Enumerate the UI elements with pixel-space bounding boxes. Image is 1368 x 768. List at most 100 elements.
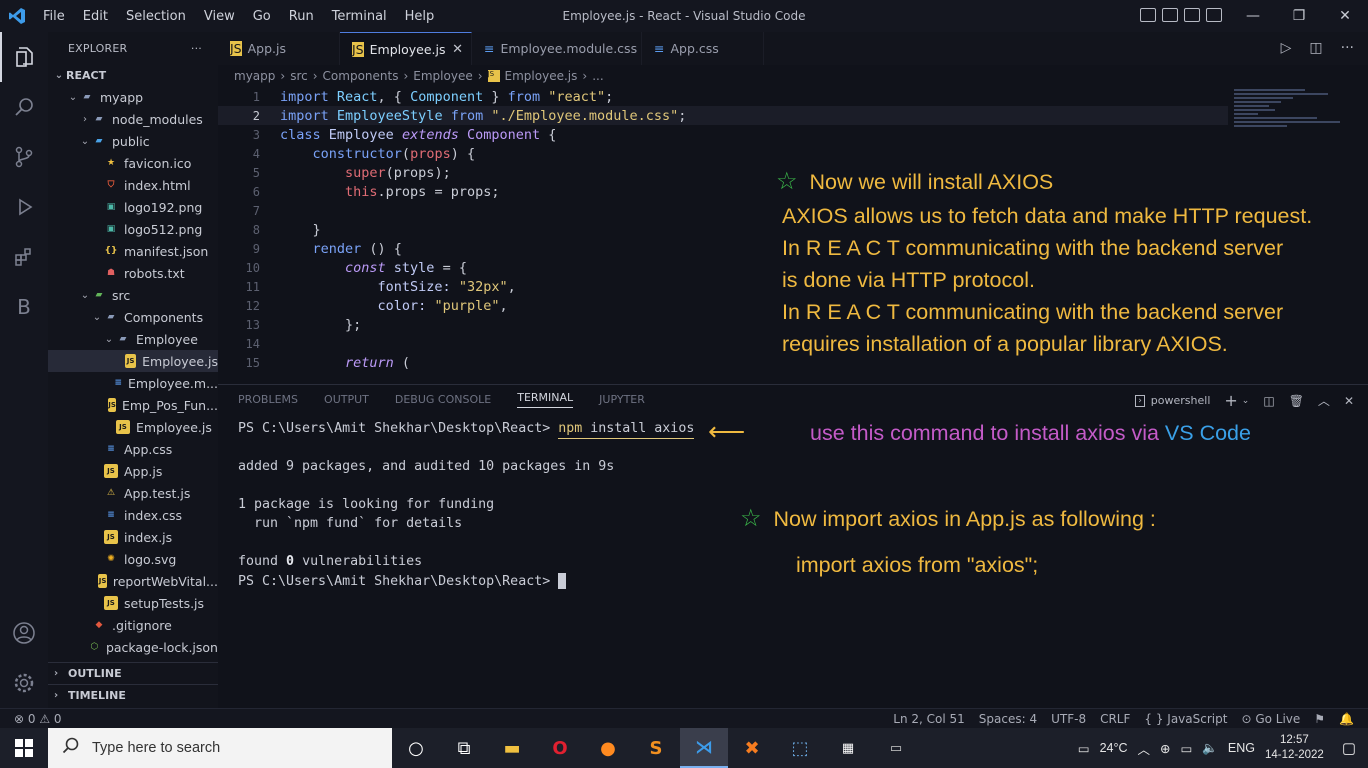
split-terminal-icon[interactable]: ◫	[1263, 394, 1274, 408]
file-explorer-icon[interactable]: ▬	[488, 728, 536, 768]
account-icon[interactable]	[0, 608, 48, 658]
panel-tab-terminal[interactable]: TERMINAL	[517, 391, 574, 408]
menu-help[interactable]: Help	[396, 9, 444, 24]
tree-item[interactable]: ⌄ ▰ myapp	[48, 86, 218, 108]
maximize-panel-icon[interactable]: ︿	[1318, 392, 1330, 409]
tree-item[interactable]: ◆ .gitignore	[48, 614, 218, 636]
opera-icon[interactable]: O	[536, 728, 584, 768]
xampp-icon[interactable]: ✖	[728, 728, 776, 768]
tree-item[interactable]: ▣ logo192.png	[48, 196, 218, 218]
tree-item[interactable]: ✺ logo.svg	[48, 548, 218, 570]
sublime-text-icon[interactable]: S	[632, 728, 680, 768]
search-icon[interactable]	[0, 82, 48, 132]
tree-item[interactable]: ⚠ App.test.js	[48, 482, 218, 504]
encoding-status[interactable]: UTF-8	[1051, 712, 1086, 726]
breadcrumb-item[interactable]: Components	[323, 69, 399, 83]
terminal-output[interactable]: PS C:\Users\Amit Shekhar\Desktop\React> …	[238, 421, 695, 592]
breadcrumb-item[interactable]: myapp	[234, 69, 275, 83]
restore-icon[interactable]: ❐	[1276, 0, 1322, 32]
tree-item[interactable]: › ▰ node_modules	[48, 108, 218, 130]
tab-employee-js[interactable]: JS Employee.js ✕	[340, 32, 472, 65]
tree-item[interactable]: JS index.js	[48, 526, 218, 548]
timeline-section[interactable]: › TIMELINE	[48, 684, 218, 706]
run-debug-icon[interactable]	[0, 182, 48, 232]
eol-status[interactable]: CRLF	[1100, 712, 1130, 726]
tree-item[interactable]: ≡ index.css	[48, 504, 218, 526]
source-control-icon[interactable]	[0, 132, 48, 182]
tree-item[interactable]: ≡ Employee.m...	[48, 372, 218, 394]
tab-employee-module-css[interactable]: ≡ Employee.module.css	[472, 32, 642, 65]
tree-item[interactable]: ▣ logo512.png	[48, 218, 218, 240]
toggle-sidebar-icon[interactable]	[1140, 8, 1156, 22]
cursor-position-status[interactable]: Ln 2, Col 51	[893, 712, 965, 726]
explorer-icon[interactable]	[0, 32, 48, 82]
split-editor-icon[interactable]: ◫	[1309, 40, 1322, 56]
panel-tab-problems[interactable]: PROBLEMS	[238, 393, 298, 406]
trash-icon[interactable]: 🗑	[1289, 394, 1304, 408]
bracket-pair-icon[interactable]: B	[0, 282, 48, 332]
tree-item[interactable]: JS reportWebVital...	[48, 570, 218, 592]
tree-item[interactable]: JS Employee.js	[48, 350, 218, 372]
feedback-icon[interactable]: ⚑	[1314, 712, 1325, 726]
more-actions-icon[interactable]: ···	[1341, 40, 1354, 56]
close-window-icon[interactable]: ✕	[1322, 0, 1368, 32]
customize-layout-icon[interactable]	[1206, 8, 1222, 22]
run-code-icon[interactable]: ▷	[1281, 40, 1292, 56]
workspace-root[interactable]: ⌄ REACT	[48, 64, 218, 86]
tree-item[interactable]: ⌄ ▰ Employee	[48, 328, 218, 350]
command-prompt-icon[interactable]: ▭	[872, 728, 920, 768]
outline-section[interactable]: › OUTLINE	[48, 662, 218, 684]
tree-item[interactable]: ⛉ index.html	[48, 174, 218, 196]
volume-icon[interactable]: 🔈	[1202, 741, 1218, 756]
menu-edit[interactable]: Edit	[74, 9, 117, 24]
terminal-shell-label[interactable]: powershell	[1151, 394, 1211, 407]
go-live-button[interactable]: ⊙ Go Live	[1241, 712, 1300, 726]
tree-item[interactable]: ⌄ ▰ public	[48, 130, 218, 152]
menu-view[interactable]: View	[195, 9, 244, 24]
task-view-icon[interactable]: ⧉	[440, 728, 488, 768]
language-indicator[interactable]: ENG	[1228, 741, 1255, 755]
vscode-taskbar-icon[interactable]: ⋊	[680, 728, 728, 768]
firefox-icon[interactable]: ●	[584, 728, 632, 768]
breadcrumb-item[interactable]: src	[290, 69, 308, 83]
menu-file[interactable]: File	[34, 9, 74, 24]
weather-temperature[interactable]: 24°C	[1100, 741, 1128, 755]
cortana-icon[interactable]: ○	[392, 728, 440, 768]
breadcrumb-item[interactable]: Employee	[413, 69, 472, 83]
extensions-icon[interactable]	[0, 232, 48, 282]
weather-icon[interactable]: ▭	[1078, 741, 1090, 756]
taskbar-search-box[interactable]: Type here to search	[48, 728, 392, 768]
tree-item[interactable]: ≡ App.css	[48, 438, 218, 460]
menu-run[interactable]: Run	[280, 9, 323, 24]
notifications-bell-icon[interactable]: 🔔	[1339, 712, 1354, 726]
problems-status[interactable]: ⊗ 0 ⚠ 0	[14, 712, 62, 726]
tab-app-css[interactable]: ≡ App.css	[642, 32, 764, 65]
toggle-panel-icon[interactable]	[1162, 8, 1178, 22]
menu-selection[interactable]: Selection	[117, 9, 195, 24]
menu-go[interactable]: Go	[244, 9, 280, 24]
tree-item[interactable]: JS Employee.js	[48, 416, 218, 438]
minimize-icon[interactable]: —	[1230, 0, 1276, 32]
panel-tab-jupyter[interactable]: JUPYTER	[599, 393, 645, 406]
explorer-more-icon[interactable]: ···	[191, 42, 202, 55]
close-panel-icon[interactable]: ✕	[1344, 394, 1354, 408]
close-tab-icon[interactable]: ✕	[452, 42, 463, 57]
tree-item[interactable]: {} manifest.json	[48, 240, 218, 262]
breadcrumb-item[interactable]: Employee.js	[505, 69, 578, 83]
panel-tab-debug-console[interactable]: DEBUG CONSOLE	[395, 393, 491, 406]
windows-start-icon[interactable]	[0, 739, 48, 757]
indentation-status[interactable]: Spaces: 4	[979, 712, 1037, 726]
new-terminal-icon[interactable]: +	[1224, 391, 1237, 410]
tree-item[interactable]: JS setupTests.js	[48, 592, 218, 614]
menu-terminal[interactable]: Terminal	[323, 9, 396, 24]
tab-app-js[interactable]: JS App.js	[218, 32, 340, 65]
network-icon[interactable]: ⊕	[1160, 741, 1170, 756]
notification-center-icon[interactable]: ▢	[1342, 739, 1356, 757]
chevron-down-icon[interactable]: ⌄	[1242, 396, 1250, 406]
tree-item[interactable]: JS App.js	[48, 460, 218, 482]
battery-icon[interactable]: ▭	[1181, 741, 1193, 756]
network-tool-icon[interactable]: ⬚	[776, 728, 824, 768]
tree-item[interactable]: ⬡ package-lock.json	[48, 636, 218, 658]
show-hidden-icons-icon[interactable]: ︿	[1138, 739, 1151, 758]
tree-item[interactable]: ⌄ ▰ Components	[48, 306, 218, 328]
